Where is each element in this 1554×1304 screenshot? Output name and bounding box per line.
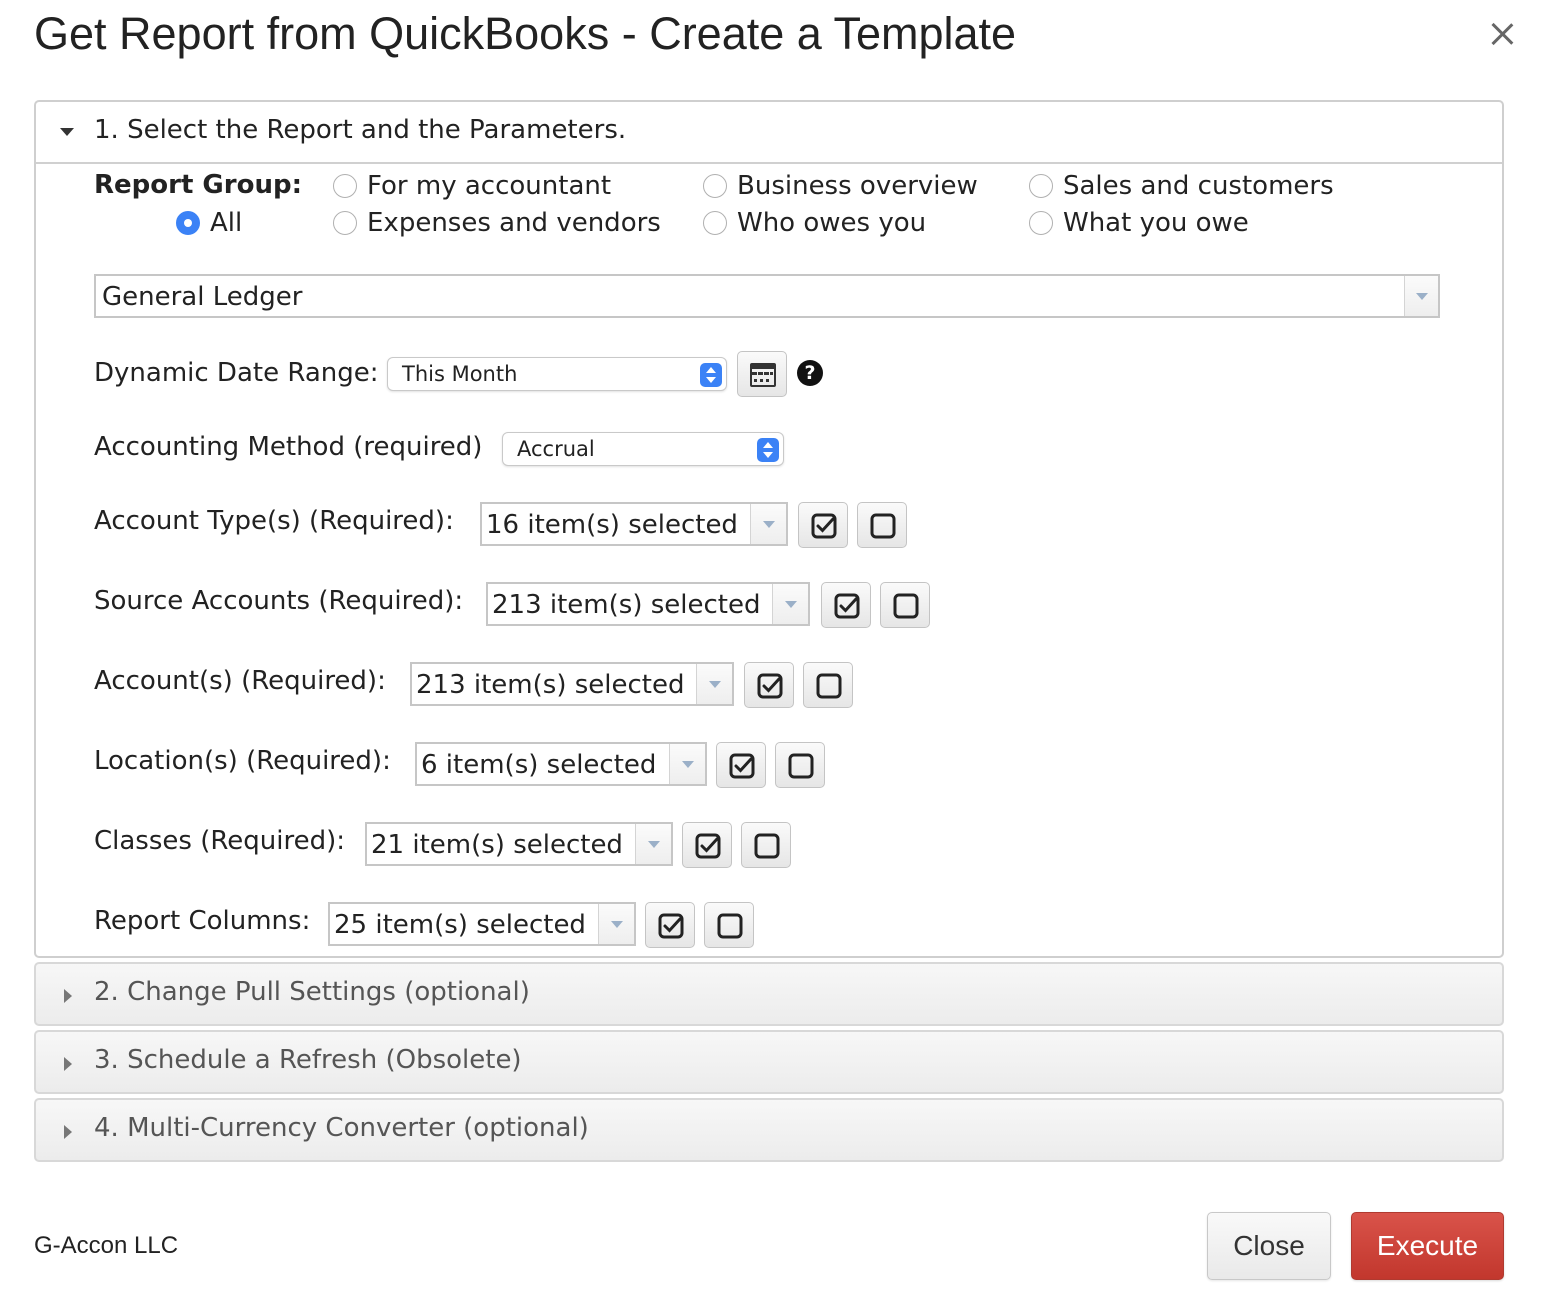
check-square-icon — [729, 753, 755, 779]
chevron-down-icon — [784, 601, 797, 608]
report-select[interactable]: General Ledger — [94, 274, 1440, 318]
report-columns-dropdown[interactable] — [598, 904, 634, 944]
accounting-method-label: Accounting Method (required) — [94, 432, 483, 462]
report-columns-select-all-button[interactable] — [645, 902, 695, 948]
square-icon — [717, 913, 743, 939]
section-1-title: 1. Select the Report and the Parameters. — [94, 115, 627, 145]
section-schedule-refresh[interactable]: 3. Schedule a Refresh (Obsolete) — [34, 1030, 1504, 1094]
account-types-label: Account Type(s) (Required): — [94, 506, 454, 536]
chevron-down-icon — [610, 921, 623, 928]
section-2-header[interactable]: 2. Change Pull Settings (optional) — [36, 964, 1502, 1026]
check-square-icon — [695, 833, 721, 859]
account-types-clear-button[interactable] — [857, 502, 907, 548]
chevron-right-icon — [64, 1057, 72, 1071]
radio-dot-icon — [176, 211, 200, 235]
date-range-value: This Month — [402, 362, 518, 386]
classes-clear-button[interactable] — [741, 822, 791, 868]
radio-dot-icon — [703, 211, 727, 235]
check-square-icon — [811, 513, 837, 539]
dialog-title: Get Report from QuickBooks - Create a Te… — [34, 8, 1017, 59]
account-types-dropdown[interactable] — [750, 504, 786, 544]
chevron-right-icon — [64, 1125, 72, 1139]
report-select-value: General Ledger — [102, 282, 303, 312]
close-button[interactable]: Close — [1207, 1212, 1331, 1280]
accounts-label: Account(s) (Required): — [94, 666, 386, 696]
radio-dot-icon — [1029, 174, 1053, 198]
locations-select-all-button[interactable] — [716, 742, 766, 788]
square-icon — [754, 833, 780, 859]
section-3-title: 3. Schedule a Refresh (Obsolete) — [94, 1045, 522, 1075]
account-types-select-all-button[interactable] — [798, 502, 848, 548]
check-square-icon — [757, 673, 783, 699]
radio-expenses-and-vendors[interactable]: Expenses and vendors — [333, 206, 661, 240]
report-columns-clear-button[interactable] — [704, 902, 754, 948]
calendar-button[interactable] — [737, 351, 787, 397]
source-accounts-select-all-button[interactable] — [821, 582, 871, 628]
classes-select-all-button[interactable] — [682, 822, 732, 868]
select-stepper-icon — [700, 363, 722, 387]
check-square-icon — [834, 593, 860, 619]
classes-select[interactable]: 21 item(s) selected — [365, 822, 673, 866]
report-columns-label: Report Columns: — [94, 906, 311, 936]
account-types-select[interactable]: 16 item(s) selected — [480, 502, 788, 546]
close-icon[interactable] — [1486, 18, 1518, 50]
section-multi-currency[interactable]: 4. Multi-Currency Converter (optional) — [34, 1098, 1504, 1162]
section-1-header[interactable]: 1. Select the Report and the Parameters. — [36, 102, 1502, 164]
source-accounts-clear-button[interactable] — [880, 582, 930, 628]
radio-business-overview[interactable]: Business overview — [703, 169, 978, 203]
chevron-down-icon — [1415, 293, 1428, 300]
locations-select[interactable]: 6 item(s) selected — [415, 742, 707, 786]
execute-button[interactable]: Execute — [1351, 1212, 1504, 1280]
source-accounts-select[interactable]: 213 item(s) selected — [486, 582, 810, 626]
accounts-select[interactable]: 213 item(s) selected — [410, 662, 734, 706]
radio-what-you-owe[interactable]: What you owe — [1029, 206, 1249, 240]
classes-dropdown[interactable] — [635, 824, 671, 864]
chevron-down-icon — [708, 681, 721, 688]
classes-label: Classes (Required): — [94, 826, 345, 856]
accounting-method-value: Accrual — [517, 437, 595, 461]
radio-who-owes-you[interactable]: Who owes you — [703, 206, 926, 240]
check-square-icon — [658, 913, 684, 939]
report-select-dropdown[interactable] — [1404, 276, 1438, 316]
chevron-down-icon — [60, 128, 74, 136]
select-stepper-icon — [757, 438, 779, 462]
date-range-select[interactable]: This Month — [387, 357, 727, 391]
source-accounts-dropdown[interactable] — [772, 584, 808, 624]
section-3-header[interactable]: 3. Schedule a Refresh (Obsolete) — [36, 1032, 1502, 1094]
chevron-right-icon — [64, 989, 72, 1003]
help-icon[interactable]: ? — [797, 360, 823, 386]
report-group-label: Report Group: — [94, 170, 302, 200]
square-icon — [816, 673, 842, 699]
locations-label: Location(s) (Required): — [94, 746, 391, 776]
radio-dot-icon — [703, 174, 727, 198]
locations-dropdown[interactable] — [669, 744, 705, 784]
square-icon — [893, 593, 919, 619]
square-icon — [870, 513, 896, 539]
source-accounts-label: Source Accounts (Required): — [94, 586, 464, 616]
radio-dot-icon — [333, 211, 357, 235]
company-name: G-Accon LLC — [34, 1232, 179, 1259]
locations-clear-button[interactable] — [775, 742, 825, 788]
section-pull-settings[interactable]: 2. Change Pull Settings (optional) — [34, 962, 1504, 1026]
chevron-down-icon — [762, 521, 775, 528]
accounting-method-select[interactable]: Accrual — [502, 432, 784, 466]
accounts-select-all-button[interactable] — [744, 662, 794, 708]
chevron-down-icon — [647, 841, 660, 848]
section-select-report: 1. Select the Report and the Parameters.… — [34, 100, 1504, 958]
chevron-down-icon — [681, 761, 694, 768]
section-4-title: 4. Multi-Currency Converter (optional) — [94, 1113, 589, 1143]
radio-dot-icon — [333, 174, 357, 198]
calendar-icon — [750, 363, 776, 387]
report-columns-select[interactable]: 25 item(s) selected — [328, 902, 636, 946]
radio-dot-icon — [1029, 211, 1053, 235]
accounts-clear-button[interactable] — [803, 662, 853, 708]
accounts-dropdown[interactable] — [696, 664, 732, 704]
section-4-header[interactable]: 4. Multi-Currency Converter (optional) — [36, 1100, 1502, 1162]
square-icon — [788, 753, 814, 779]
date-range-label: Dynamic Date Range: — [94, 358, 379, 388]
radio-for-my-accountant[interactable]: For my accountant — [333, 169, 611, 203]
radio-all[interactable]: All — [176, 206, 242, 240]
radio-sales-and-customers[interactable]: Sales and customers — [1029, 169, 1334, 203]
section-2-title: 2. Change Pull Settings (optional) — [94, 977, 530, 1007]
